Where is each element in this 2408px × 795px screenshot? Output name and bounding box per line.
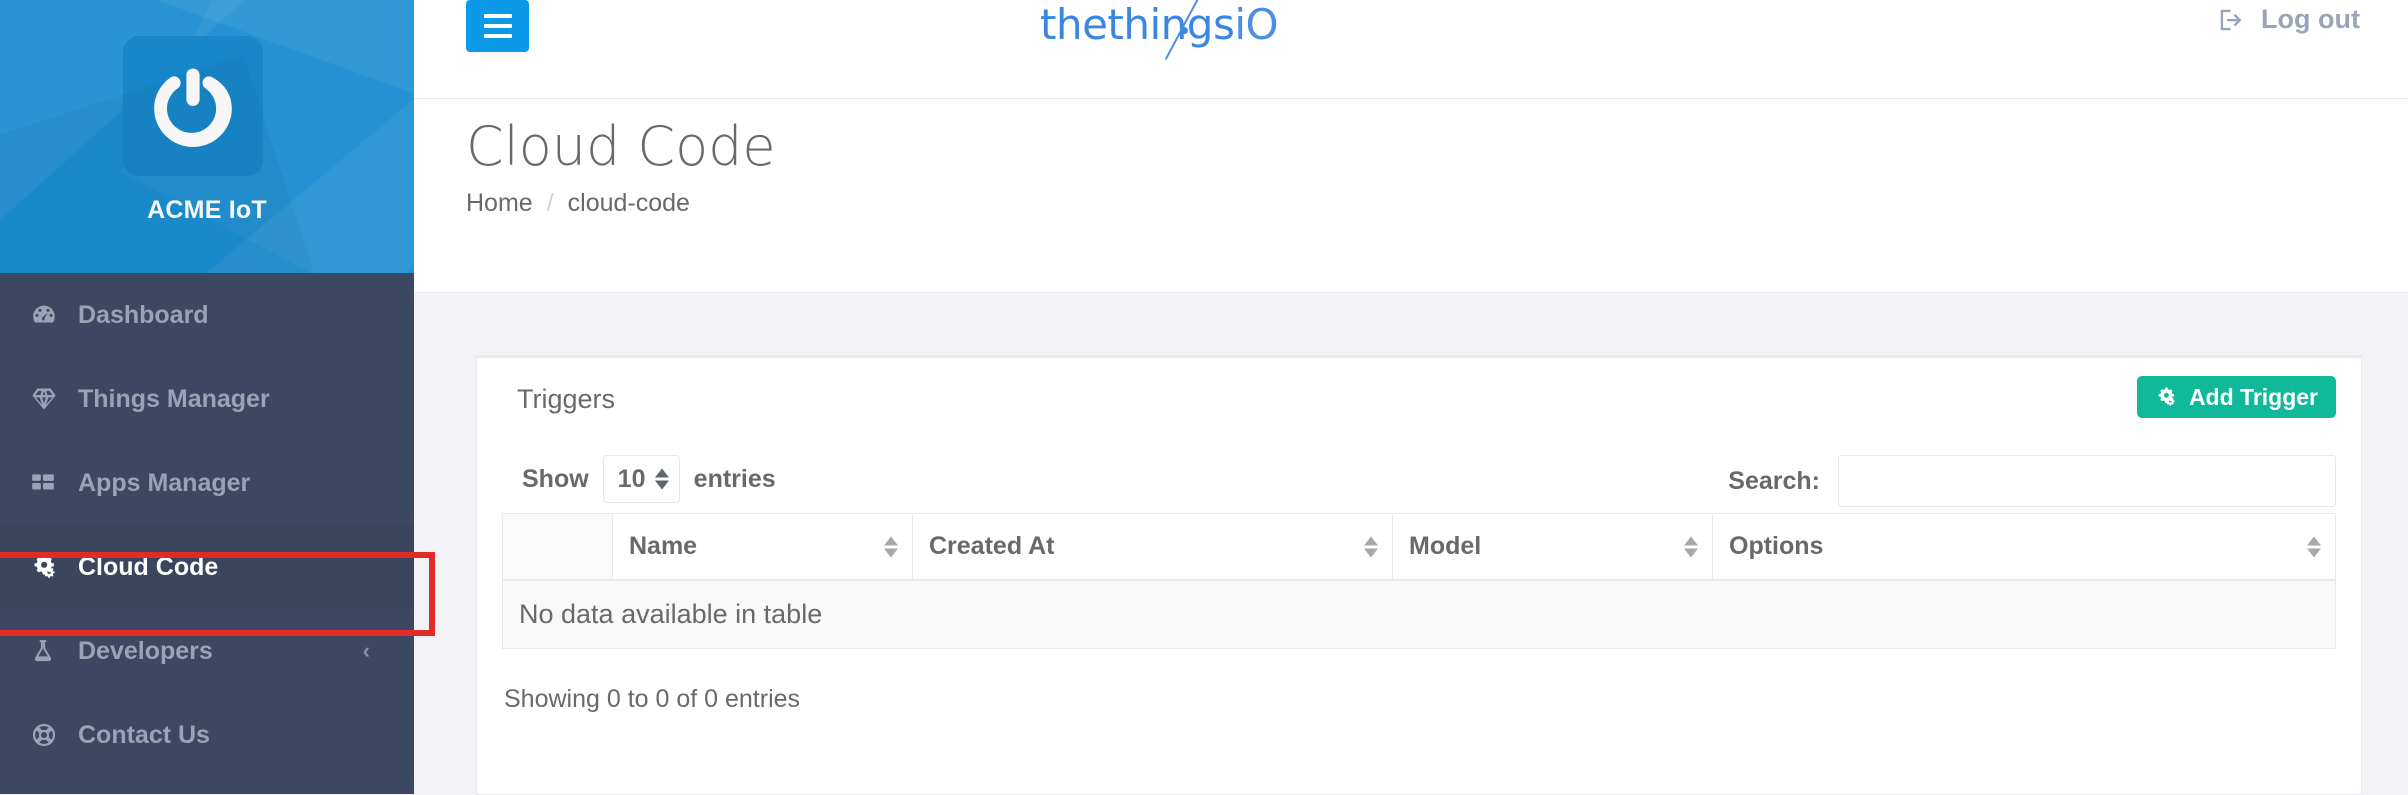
- page-length-select[interactable]: 10: [602, 455, 680, 503]
- column-header-name[interactable]: Name: [612, 513, 913, 581]
- sort-arrows-icon[interactable]: [884, 536, 898, 557]
- hamburger-bar: [483, 24, 512, 28]
- panel-title: Triggers: [517, 384, 616, 414]
- caret-up-icon: [654, 468, 669, 478]
- logout-button[interactable]: Log out: [2217, 4, 2360, 35]
- breadcrumb-home[interactable]: Home: [466, 189, 533, 218]
- brand-name: ACME IoT: [147, 196, 267, 224]
- search-control: Search:: [1728, 455, 2336, 507]
- add-trigger-label: Add Trigger: [2188, 383, 2318, 410]
- diamond-icon: [30, 385, 76, 413]
- logout-label: Log out: [2261, 4, 2360, 34]
- sidebar-item-contact-us[interactable]: Contact Us: [0, 693, 414, 777]
- sidebar-item-dashboard[interactable]: Dashboard: [0, 273, 414, 357]
- table-empty-message: No data available in table: [502, 579, 2336, 649]
- top-navbar: thethings iO Log out: [414, 0, 2408, 99]
- sign-out-icon: [2217, 6, 2245, 34]
- dashboard-icon: [30, 301, 76, 329]
- table-info: Showing 0 to 0 of 0 entries: [504, 685, 801, 713]
- sort-asc-icon: [2307, 536, 2321, 545]
- grid-icon: [30, 470, 76, 496]
- sort-desc-icon: [1364, 548, 1378, 557]
- brand-logo-tile: [123, 36, 263, 176]
- search-label: Search:: [1728, 466, 1820, 495]
- logo-dot-icon: [1181, 27, 1188, 34]
- sidebar-item-label: Developers: [78, 636, 213, 665]
- add-trigger-button[interactable]: Add Trigger: [2136, 376, 2336, 418]
- sidebar-item-label: Apps Manager: [78, 468, 251, 497]
- sort-asc-icon: [1364, 536, 1378, 545]
- page-header: Cloud Code Home / cloud-code: [414, 99, 2408, 293]
- column-header-model[interactable]: Model: [1392, 513, 1713, 581]
- triggers-panel: Triggers Add Trigger Show 10 entries Sea…: [476, 355, 2362, 795]
- page-length-value: 10: [617, 464, 646, 493]
- sort-desc-icon: [2307, 548, 2321, 557]
- logo-text-secondary: iO: [1234, 0, 1279, 49]
- content-area: Triggers Add Trigger Show 10 entries Sea…: [414, 294, 2408, 795]
- show-label: Show: [522, 464, 589, 493]
- brand-logo-wordmark[interactable]: thethings iO: [1040, 0, 1279, 52]
- column-header-blank: [502, 513, 613, 581]
- panel-header: Triggers Add Trigger: [477, 358, 2361, 441]
- sort-arrows-icon[interactable]: [1684, 536, 1698, 557]
- column-label: Name: [629, 532, 698, 560]
- table-tools: Show 10 entries Search:: [477, 441, 2361, 513]
- sidebar-item-label: Things Manager: [78, 384, 270, 413]
- triggers-table: Name Created At Model Options No data av…: [502, 513, 2336, 649]
- entries-label: entries: [693, 464, 776, 493]
- sort-arrows-icon[interactable]: [1364, 536, 1378, 557]
- sidebar-item-label: Dashboard: [78, 300, 209, 329]
- breadcrumb-separator: /: [546, 189, 554, 217]
- breadcrumb: Home / cloud-code: [466, 189, 690, 218]
- sidebar-item-apps-manager[interactable]: Apps Manager: [0, 441, 414, 525]
- sidebar-item-label: Cloud Code: [78, 552, 219, 581]
- sort-arrows-icon[interactable]: [2307, 536, 2321, 557]
- table-body: No data available in table: [502, 579, 2336, 649]
- table-empty-row: No data available in table: [502, 579, 2336, 649]
- flask-icon: [30, 638, 76, 664]
- hamburger-bar: [483, 34, 512, 38]
- search-input[interactable]: [1838, 455, 2336, 507]
- sidebar-item-cloud-code[interactable]: Cloud Code: [0, 525, 414, 609]
- sidebar-item-things-manager[interactable]: Things Manager: [0, 357, 414, 441]
- sort-desc-icon: [884, 548, 898, 557]
- logo-text-primary: thethings: [1040, 0, 1235, 49]
- cogs-icon: [2155, 385, 2179, 409]
- column-header-options[interactable]: Options: [1712, 513, 2336, 581]
- sort-desc-icon: [1684, 548, 1698, 557]
- sort-asc-icon: [1684, 536, 1698, 545]
- cogs-icon: [30, 552, 76, 582]
- power-circle-icon: [147, 60, 239, 152]
- page-length-control: Show 10 entries: [522, 455, 776, 503]
- sort-asc-icon: [884, 536, 898, 545]
- sidebar-item-developers[interactable]: Developers ‹: [0, 609, 414, 693]
- table-header: Name Created At Model Options: [502, 513, 2336, 581]
- caret-down-icon: [654, 480, 669, 490]
- hamburger-icon[interactable]: [466, 0, 529, 52]
- column-label: Created At: [929, 532, 1055, 560]
- sidebar-brand: ACME IoT: [0, 0, 414, 273]
- life-ring-icon: [30, 721, 76, 749]
- table-header-row: Name Created At Model Options: [502, 513, 2336, 581]
- page-title: Cloud Code: [466, 115, 776, 178]
- hamburger-bar: [483, 14, 512, 18]
- column-header-created-at[interactable]: Created At: [912, 513, 1393, 581]
- column-label: Options: [1729, 532, 1824, 560]
- chevron-left-icon[interactable]: ‹: [363, 640, 370, 662]
- sidebar: ACME IoT Dashboard Things Manager Apps M…: [0, 0, 414, 794]
- breadcrumb-current: cloud-code: [567, 189, 690, 217]
- sidebar-item-label: Contact Us: [78, 720, 210, 749]
- column-label: Model: [1409, 532, 1482, 560]
- spinner-arrows-icon[interactable]: [654, 468, 669, 490]
